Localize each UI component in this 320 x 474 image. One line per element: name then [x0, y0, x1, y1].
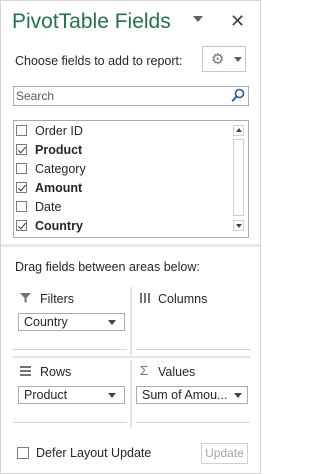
rows-icon [20, 366, 31, 376]
row-chip-label: Product [24, 388, 68, 402]
field-checkbox[interactable] [16, 220, 27, 231]
pane-splitter[interactable] [1, 244, 260, 247]
rows-field-chip[interactable]: Product [18, 386, 125, 404]
columns-area-label: Columns [158, 292, 208, 306]
pivottable-fields-pane: PivotTable Fields ✕ Choose fields to add… [0, 0, 261, 474]
values-area-label: Values [158, 365, 196, 379]
field-checkbox[interactable] [16, 144, 27, 155]
chevron-down-icon[interactable] [193, 16, 203, 22]
defer-layout-label: Defer Layout Update [36, 446, 152, 460]
field-item-product[interactable]: Product [14, 141, 230, 160]
field-item-amount[interactable]: Amount [14, 179, 230, 198]
chevron-down-icon[interactable] [108, 320, 116, 325]
field-checkbox[interactable] [16, 163, 27, 174]
sigma-icon: Σ [140, 363, 149, 378]
scroll-down-arrow-icon[interactable] [233, 220, 244, 231]
search-icon[interactable] [231, 88, 245, 104]
filter-chip-label: Country [24, 315, 68, 329]
field-list-scrollbar[interactable] [231, 121, 248, 237]
field-item-category[interactable]: Category [14, 160, 230, 179]
field-item-date[interactable]: Date [14, 198, 230, 217]
field-item-country[interactable]: Country [14, 217, 230, 236]
filter-icon [20, 293, 31, 303]
field-list: Order ID Product Category Amount Date Co… [13, 120, 249, 238]
field-label: Order ID [35, 124, 83, 138]
values-field-chip[interactable]: Sum of Amou... [136, 386, 248, 404]
field-label: Product [35, 143, 83, 157]
chevron-down-icon [234, 57, 242, 62]
field-checkbox[interactable] [16, 182, 27, 193]
field-checkbox[interactable] [16, 125, 27, 136]
defer-layout-checkbox[interactable] [17, 447, 29, 459]
field-label: Amount [35, 181, 83, 195]
value-chip-label: Sum of Amou... [142, 388, 228, 402]
chevron-down-icon[interactable] [108, 393, 116, 398]
gear-icon: ⚙ [211, 51, 225, 68]
scroll-up-arrow-icon[interactable] [233, 125, 244, 136]
search-input[interactable] [14, 87, 226, 105]
columns-drop-zone[interactable] [136, 309, 250, 350]
area-divider [130, 287, 132, 355]
field-label: Category [35, 162, 86, 176]
area-divider [13, 356, 250, 358]
area-divider [130, 360, 132, 428]
columns-icon [140, 293, 150, 303]
scroll-thumb[interactable] [233, 139, 244, 216]
close-icon[interactable]: ✕ [230, 11, 245, 32]
drag-fields-label: Drag fields between areas below: [15, 260, 200, 274]
field-label: Date [35, 200, 62, 214]
field-checkbox[interactable] [16, 201, 27, 212]
choose-fields-label: Choose fields to add to report: [15, 54, 183, 68]
tools-button[interactable]: ⚙ [202, 46, 246, 72]
filters-field-chip[interactable]: Country [18, 313, 125, 331]
update-button[interactable]: Update [201, 443, 248, 464]
rows-area-label: Rows [40, 365, 72, 379]
search-box[interactable] [13, 86, 249, 106]
pane-title: PivotTable Fields [12, 10, 171, 33]
filters-area-label: Filters [40, 292, 75, 306]
chevron-down-icon[interactable] [234, 393, 242, 398]
field-item-order-id[interactable]: Order ID [14, 122, 230, 141]
field-label: Country [35, 219, 83, 233]
